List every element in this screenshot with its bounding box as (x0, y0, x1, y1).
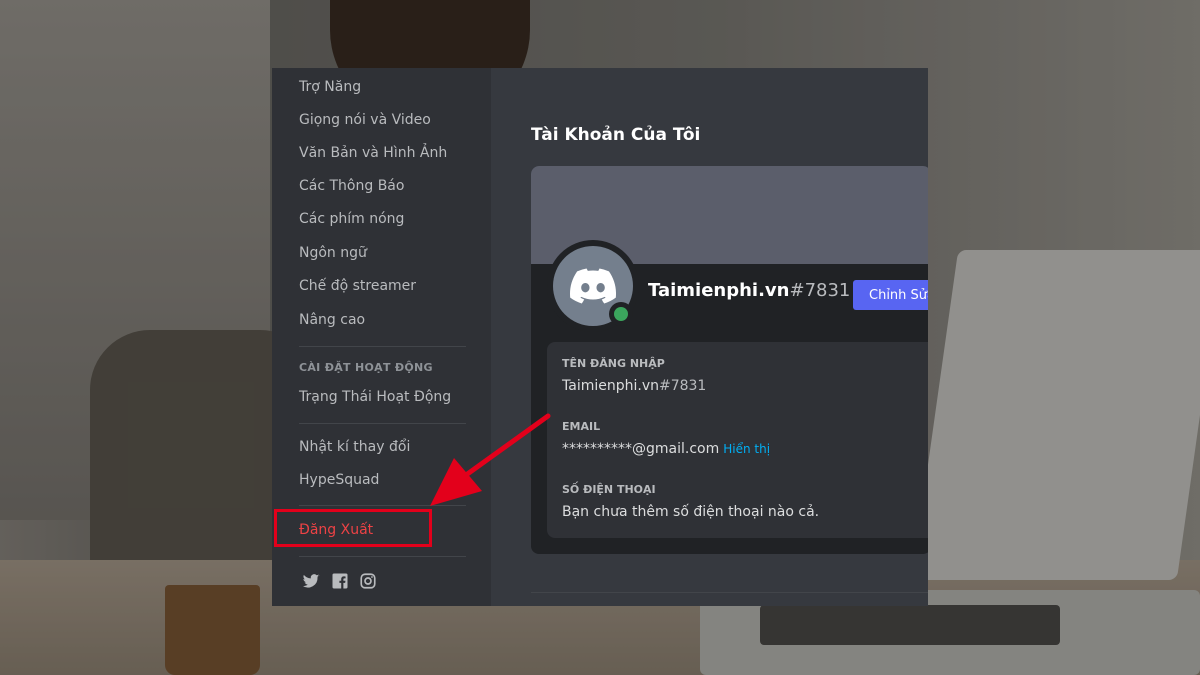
activity-settings-header: CÀI ĐẶT HOẠT ĐỘNG (299, 361, 433, 374)
instagram-icon[interactable] (359, 572, 377, 590)
profile-discriminator: #7831 (789, 280, 851, 301)
sidebar-divider (299, 423, 466, 424)
facebook-icon[interactable] (331, 572, 349, 590)
sidebar-item-activity-status[interactable]: Trạng Thái Hoạt Động (299, 389, 451, 405)
sidebar-item-language[interactable]: Ngôn ngữ (299, 245, 367, 261)
sidebar-divider (299, 346, 466, 347)
settings-sidebar: Trợ Năng Giọng nói và Video Văn Bản và H… (272, 68, 491, 606)
username-label: TÊN ĐĂNG NHẬP (562, 357, 665, 370)
account-info-panel: TÊN ĐĂNG NHẬP Taimienphi.vn#7831 EMAIL *… (547, 342, 928, 538)
sidebar-divider (299, 556, 466, 557)
content-divider (531, 592, 928, 593)
twitter-icon[interactable] (302, 572, 320, 590)
logout-highlight-box (274, 509, 432, 547)
email-label: EMAIL (562, 420, 601, 433)
discord-settings-window: Trợ Năng Giọng nói và Video Văn Bản và H… (272, 68, 928, 606)
online-status-indicator (614, 307, 628, 321)
profile-username: Taimienphi.vn#7831 (648, 280, 851, 301)
phone-label: SỐ ĐIỆN THOẠI (562, 483, 656, 496)
sidebar-item-voice-video[interactable]: Giọng nói và Video (299, 112, 431, 128)
username-value: Taimienphi.vn#7831 (562, 378, 707, 394)
sidebar-item-keybinds[interactable]: Các phím nóng (299, 211, 404, 227)
sidebar-divider (299, 505, 466, 506)
sidebar-item-text-images[interactable]: Văn Bản và Hình Ảnh (299, 145, 447, 161)
sidebar-item-hypesquad[interactable]: HypeSquad (299, 472, 379, 488)
email-value: **********@gmail.com Hiển thị (562, 441, 771, 457)
phone-value: Bạn chưa thêm số điện thoại nào cả. (562, 504, 820, 520)
edit-profile-button[interactable]: Chỉnh Sửa (853, 280, 928, 310)
sidebar-item-streamer-mode[interactable]: Chế độ streamer (299, 278, 416, 294)
email-reveal-link[interactable]: Hiển thị (723, 442, 770, 456)
sidebar-item-advanced[interactable]: Nâng cao (299, 312, 365, 328)
discord-logo-icon (570, 268, 616, 304)
page-title: Tài Khoản Của Tôi (531, 125, 701, 145)
account-card: Taimienphi.vn#7831 Chỉnh Sửa TÊN ĐĂNG NH… (531, 166, 928, 554)
sidebar-item-notifications[interactable]: Các Thông Báo (299, 178, 404, 194)
sidebar-item-accessibility[interactable]: Trợ Năng (299, 79, 361, 95)
settings-content: Tài Khoản Của Tôi Taimienphi.vn#7831 Chỉ… (491, 68, 928, 606)
sidebar-item-changelog[interactable]: Nhật kí thay đổi (299, 439, 410, 455)
